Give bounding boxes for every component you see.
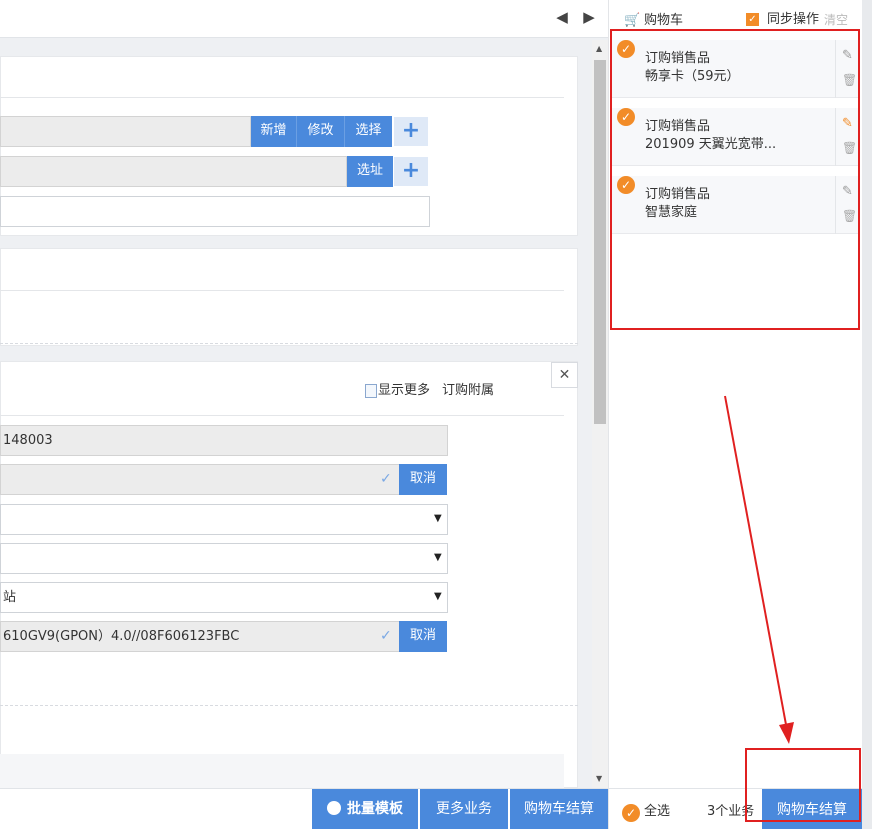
annotation-arrow-head bbox=[779, 722, 794, 744]
annotation-arrow bbox=[724, 395, 794, 744]
annotation-arrow-line bbox=[724, 395, 788, 731]
